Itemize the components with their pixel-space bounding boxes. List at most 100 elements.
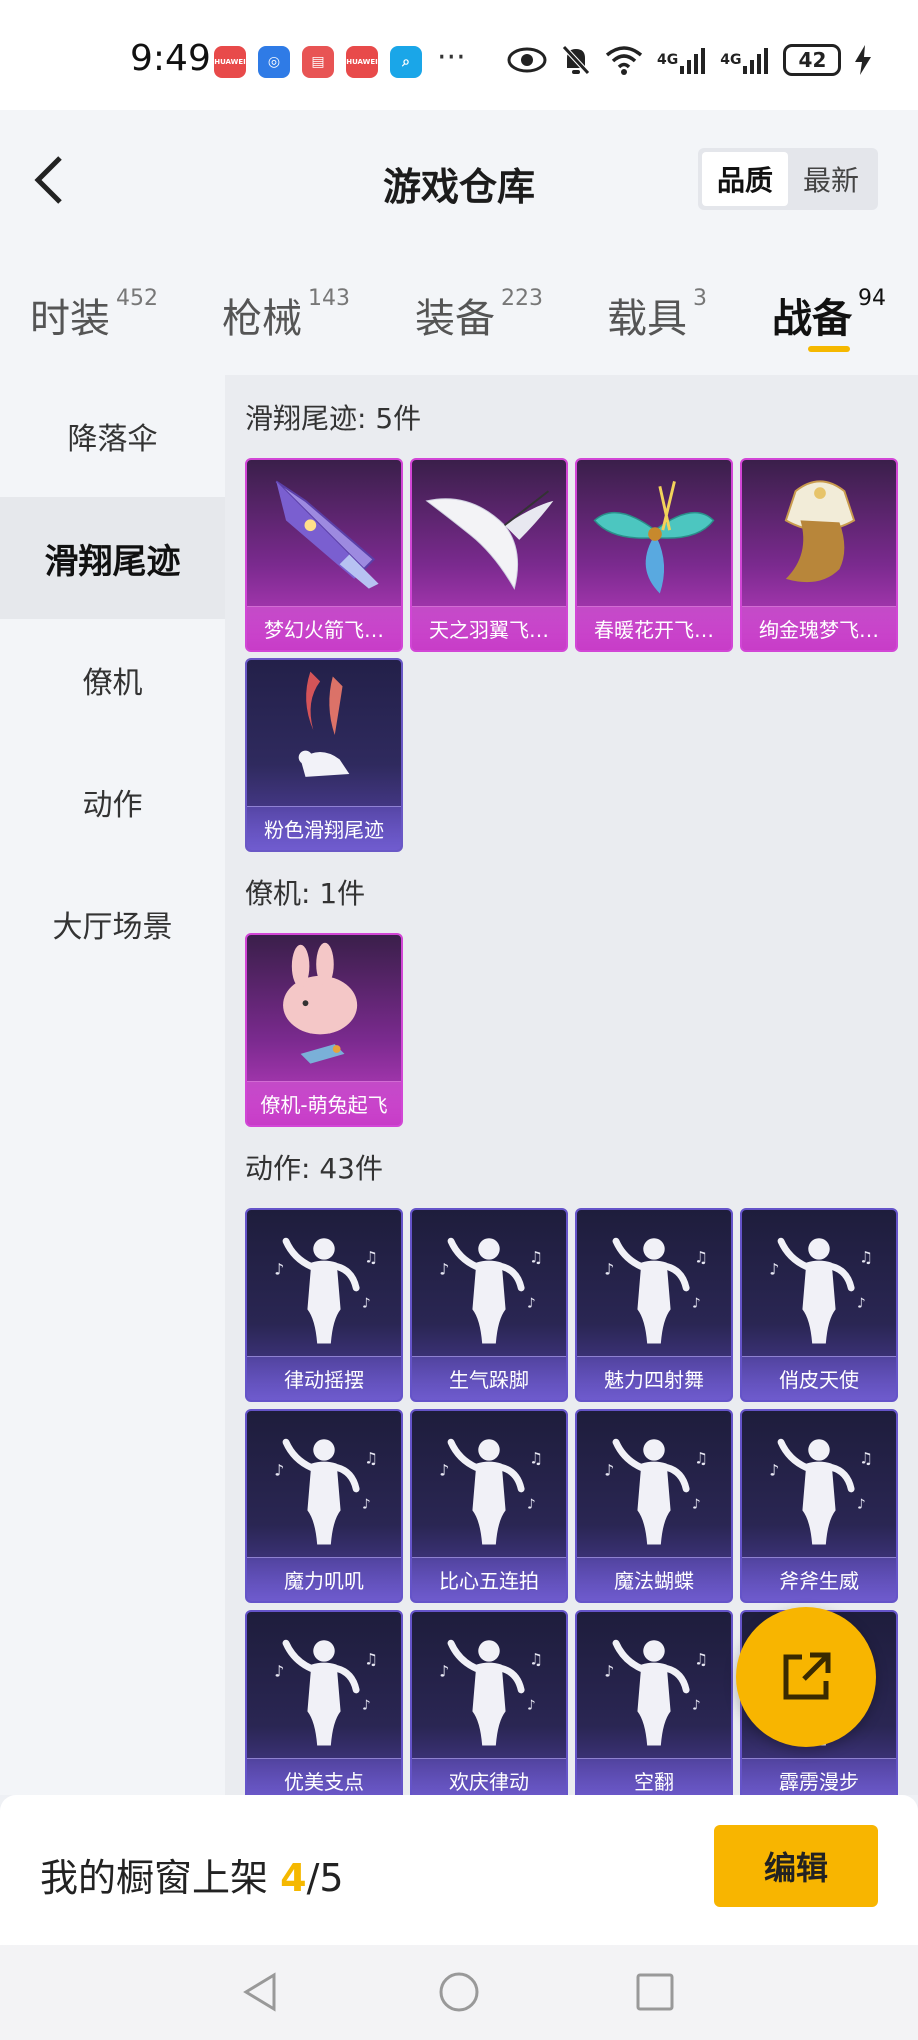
circle-home-icon — [439, 1972, 479, 2012]
sidebar-item-wingman[interactable]: 僚机 — [0, 619, 225, 741]
tab-fashion[interactable]: 时装 452 — [30, 286, 158, 344]
tab-vehicles[interactable]: 载具 3 — [607, 286, 707, 344]
item-card[interactable]: 梦幻火箭飞… — [245, 458, 403, 652]
svg-text:♫: ♫ — [694, 1450, 708, 1468]
share-button[interactable] — [736, 1607, 876, 1747]
sidebar: 降落伞 滑翔尾迹 僚机 动作 大厅场景 — [0, 375, 225, 1795]
showcase-bar: 我的橱窗上架 4/5 编辑 — [0, 1795, 918, 1945]
emote-card[interactable]: ♪ ♫ ♪ 律动摇摆 — [245, 1208, 403, 1402]
section-title-glide-trail: 滑翔尾迹: 5件 — [245, 402, 422, 435]
emote-card-label: 魔力叽叽 — [247, 1557, 401, 1601]
dancer-silhouette-art: ♪ ♫ ♪ — [604, 1438, 708, 1545]
dancer-silhouette-art: ♪ ♫ ♪ — [274, 1237, 378, 1344]
nav-recents-button[interactable] — [630, 1967, 680, 2017]
emote-card[interactable]: ♪ ♫ ♪ 优美支点 — [245, 1610, 403, 1795]
item-card-label: 绚金瑰梦飞… — [742, 606, 896, 650]
emote-card-label: 霹雳漫步 — [742, 1758, 896, 1795]
svg-text:♪: ♪ — [527, 1697, 536, 1713]
tab-combat-gear[interactable]: 战备 94 — [772, 286, 886, 344]
share-icon — [783, 1652, 831, 1700]
sidebar-item-glide-trail[interactable]: 滑翔尾迹 — [0, 497, 225, 619]
emote-card[interactable]: ♪ ♫ ♪ 魔法蝴蝶 — [575, 1409, 733, 1603]
item-card[interactable]: 绚金瑰梦飞… — [740, 458, 898, 652]
tab-equipment[interactable]: 装备 223 — [415, 286, 543, 344]
sidebar-item-emote[interactable]: 动作 — [0, 741, 225, 863]
svg-text:♫: ♫ — [859, 1450, 873, 1468]
pink-smoke-art — [298, 671, 350, 777]
emote-card[interactable]: ♪ ♫ ♪ 魔力叽叽 — [245, 1409, 403, 1603]
status-time: 9:49 — [130, 38, 211, 79]
svg-text:♪: ♪ — [604, 1662, 614, 1680]
battery-icon: 42 — [783, 44, 842, 76]
charging-icon — [855, 42, 872, 78]
svg-text:♪: ♪ — [692, 1496, 701, 1512]
butterfly-wing-art — [593, 481, 715, 594]
huawei-app-icon: HUAWEI — [346, 46, 378, 78]
dancer-silhouette-art: ♪ ♫ ♪ — [274, 1438, 378, 1545]
svg-text:♪: ♪ — [692, 1697, 701, 1713]
sort-quality-button[interactable]: 品质 — [702, 152, 788, 206]
svg-text:♪: ♪ — [604, 1461, 614, 1479]
dancer-silhouette-art: ♪ ♫ ♪ — [604, 1237, 708, 1344]
svg-text:♪: ♪ — [527, 1496, 536, 1512]
svg-text:♫: ♫ — [529, 1249, 543, 1267]
svg-text:♪: ♪ — [857, 1496, 866, 1512]
nav-home-button[interactable] — [434, 1967, 484, 2017]
sidebar-item-parachute[interactable]: 降落伞 — [0, 375, 225, 497]
svg-text:♫: ♫ — [859, 1249, 873, 1267]
emote-card[interactable]: ♪ ♫ ♪ 魅力四射舞 — [575, 1208, 733, 1402]
signal-4g-icon-2: 4G — [720, 42, 769, 78]
svg-text:♫: ♫ — [364, 1249, 378, 1267]
svg-text:♪: ♪ — [527, 1295, 536, 1311]
svg-text:♪: ♪ — [604, 1260, 614, 1278]
svg-text:♫: ♫ — [364, 1450, 378, 1468]
more-notifications-icon: ··· — [437, 40, 466, 75]
search-app-icon: ⌕ — [390, 46, 422, 78]
eye-icon — [507, 42, 547, 78]
emote-card[interactable]: ♪ ♫ ♪ 比心五连拍 — [410, 1409, 568, 1603]
emote-card-label: 欢庆律动 — [412, 1758, 566, 1795]
dancer-silhouette-art: ♪ ♫ ♪ — [769, 1237, 873, 1344]
system-nav-bar — [0, 1945, 918, 2040]
emote-card[interactable]: ♪ ♫ ♪ 欢庆律动 — [410, 1610, 568, 1795]
item-card-label: 僚机-萌兔起飞 — [247, 1081, 401, 1125]
tab-guns[interactable]: 枪械 143 — [222, 286, 350, 344]
svg-text:♪: ♪ — [857, 1295, 866, 1311]
item-card-label: 春暖花开飞… — [577, 606, 731, 650]
emote-card[interactable]: ♪ ♫ ♪ 生气跺脚 — [410, 1208, 568, 1402]
emote-card[interactable]: ♪ ♫ ♪ 俏皮天使 — [740, 1208, 898, 1402]
svg-text:♪: ♪ — [439, 1260, 449, 1278]
emote-card-label: 魔法蝴蝶 — [577, 1557, 731, 1601]
sort-toggle[interactable]: 品质 最新 — [698, 148, 878, 210]
section-title-emote: 动作: 43件 — [245, 1152, 383, 1185]
emote-card[interactable]: ♪ ♫ ♪ 空翻 — [575, 1610, 733, 1795]
item-card[interactable]: 粉色滑翔尾迹 — [245, 658, 403, 852]
emote-card-label: 律动摇摆 — [247, 1356, 401, 1400]
svg-text:♫: ♫ — [694, 1651, 708, 1669]
sort-newest-button[interactable]: 最新 — [788, 152, 874, 206]
dancer-silhouette-art: ♪ ♫ ♪ — [439, 1639, 543, 1746]
svg-text:♪: ♪ — [362, 1295, 371, 1311]
emote-card-label: 优美支点 — [247, 1758, 401, 1795]
books-app-icon: ▤ — [302, 46, 334, 78]
item-card[interactable]: 僚机-萌兔起飞 — [245, 933, 403, 1127]
dancer-silhouette-art: ♪ ♫ ♪ — [439, 1438, 543, 1545]
item-card[interactable]: 天之羽翼飞… — [410, 458, 568, 652]
edit-button[interactable]: 编辑 — [714, 1825, 878, 1907]
item-card-label: 粉色滑翔尾迹 — [247, 806, 401, 850]
dancer-silhouette-art: ♪ ♫ ♪ — [274, 1639, 378, 1746]
svg-text:♪: ♪ — [439, 1662, 449, 1680]
item-card[interactable]: 春暖花开飞… — [575, 458, 733, 652]
triangle-back-icon — [243, 1972, 276, 2012]
item-grid: 滑翔尾迹: 5件 梦幻火箭飞… 天之羽翼飞… 春暖花开飞… 绚金瑰梦飞… 粉色滑… — [225, 375, 918, 1795]
emote-card[interactable]: ♪ ♫ ♪ 斧斧生威 — [740, 1409, 898, 1603]
mute-bell-icon — [561, 42, 591, 78]
nav-back-button[interactable] — [236, 1967, 286, 2017]
svg-text:♫: ♫ — [529, 1651, 543, 1669]
active-tab-indicator — [808, 346, 850, 352]
assistant-app-icon: ◎ — [258, 46, 290, 78]
sidebar-item-lobby-scene[interactable]: 大厅场景 — [0, 863, 225, 985]
emote-card-label: 空翻 — [577, 1758, 731, 1795]
emote-card-label: 比心五连拍 — [412, 1557, 566, 1601]
signal-4g-icon: 4G — [657, 42, 706, 78]
